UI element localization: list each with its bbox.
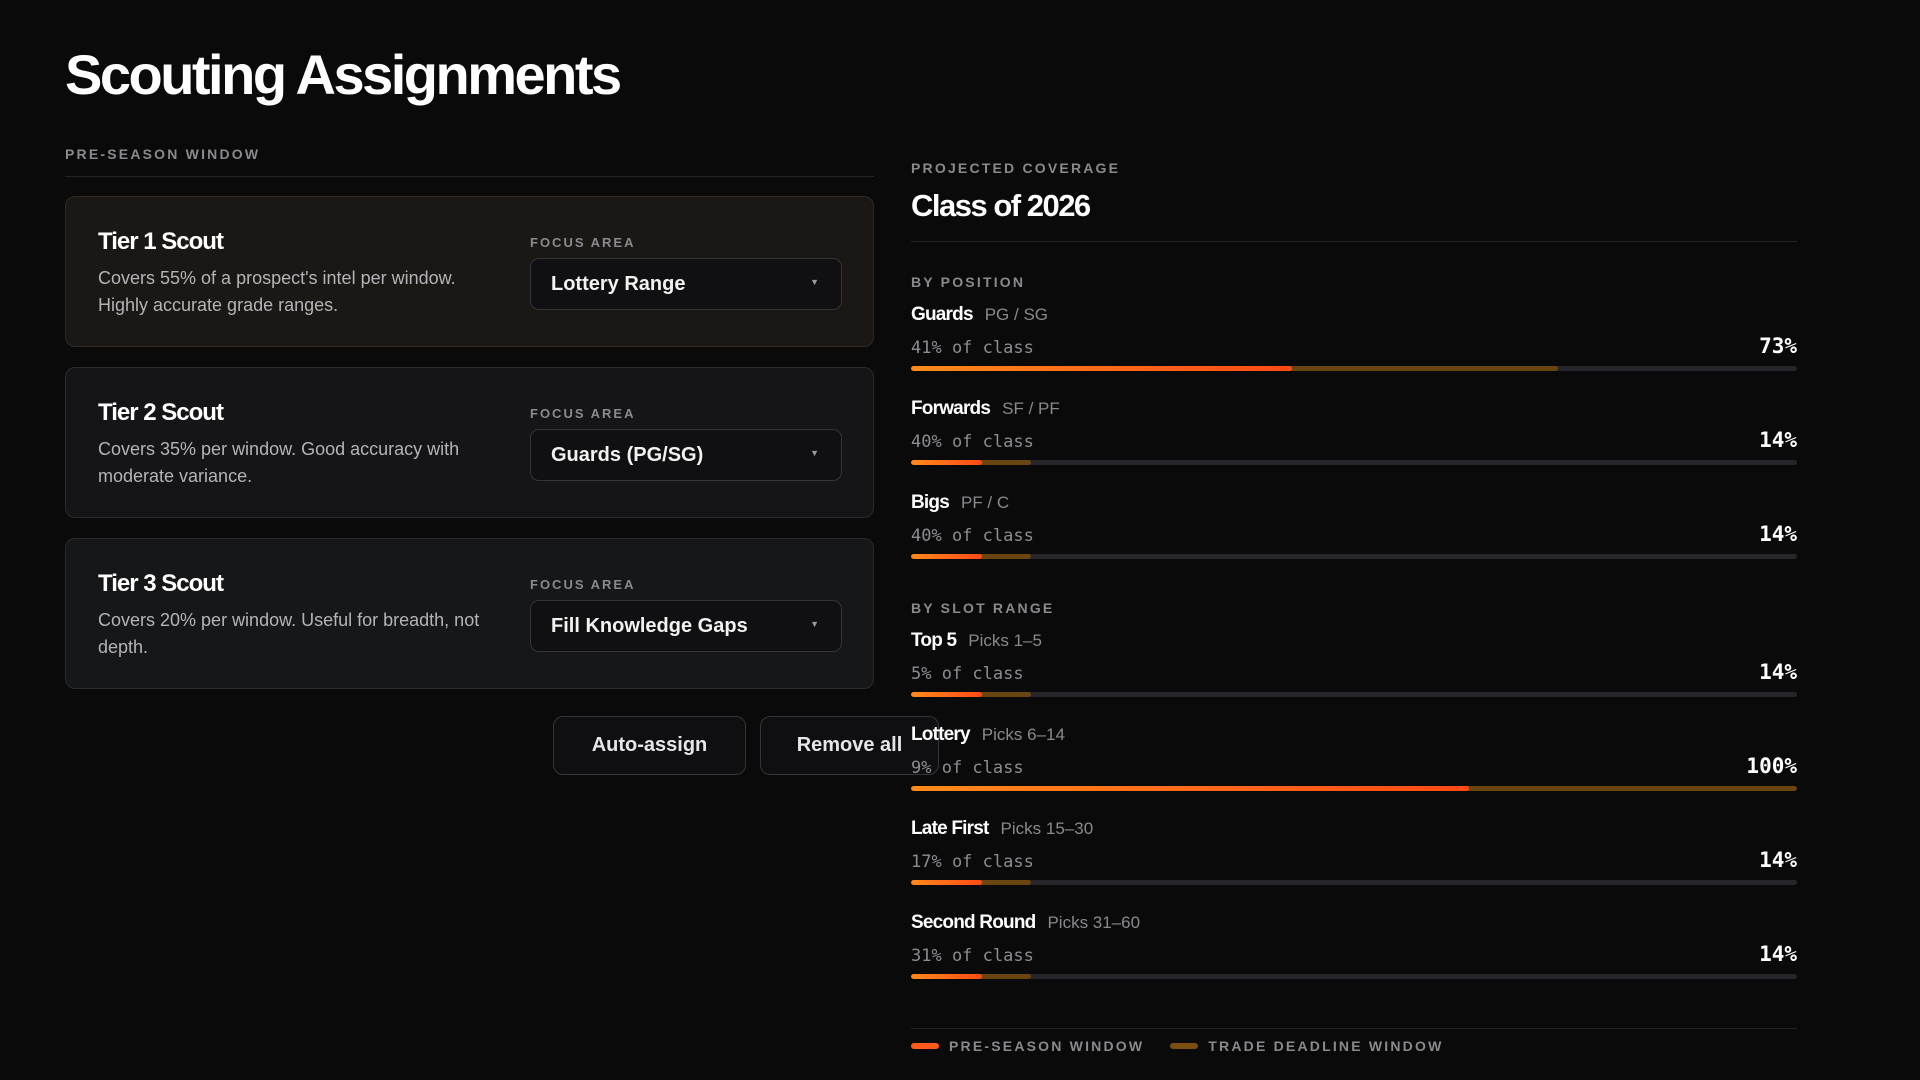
coverage-legend: PRE-SEASON WINDOW TRADE DEADLINE WINDOW xyxy=(911,1028,1797,1054)
coverage-row: Top 5 Picks 1–5 5% of class 14% xyxy=(911,616,1797,710)
coverage-row-label: Second Round xyxy=(911,912,1036,933)
caret-down-icon: ▼ xyxy=(810,277,819,287)
pre-season-fill xyxy=(911,460,982,465)
position-coverage-list: Guards PG / SG 41% of class 73% Forwards SF /… xyxy=(911,290,1797,572)
coverage-row-subtitle: Picks 15–30 xyxy=(1000,819,1094,838)
coverage-row-subtitle: PG / SG xyxy=(984,305,1049,324)
page-title: Scouting Assignments xyxy=(65,43,622,106)
trade-deadline-swatch xyxy=(1170,1043,1199,1049)
coverage-row-subtitle: Picks 6–14 xyxy=(981,725,1065,744)
coverage-row-label: Lottery xyxy=(911,724,971,745)
pre-season-fill xyxy=(911,366,1292,371)
by-slot-range-label: BY SLOT RANGE xyxy=(911,600,1055,616)
coverage-bar-track xyxy=(911,460,1797,465)
legend-item-pre-season: PRE-SEASON WINDOW xyxy=(911,1038,1144,1054)
scout-card-tier-3: Tier 3 Scout Covers 20% per window. Usef… xyxy=(65,538,874,689)
assignments-panel: PRE-SEASON WINDOW Tier 1 Scout Covers 55… xyxy=(65,146,939,775)
coverage-row: Bigs PF / C 40% of class 14% xyxy=(911,478,1797,572)
focus-area-select[interactable]: Lottery Range ▼ xyxy=(530,258,842,310)
coverage-bar-track xyxy=(911,786,1797,791)
scout-card-description: Covers 55% of a prospect's intel per win… xyxy=(98,268,456,315)
focus-area-value: Lottery Range xyxy=(551,273,686,295)
scout-card-title: Tier 2 Scout xyxy=(98,399,224,426)
coverage-percent: 73% xyxy=(1759,334,1797,358)
coverage-row-label: Late First xyxy=(911,818,989,839)
focus-area-label: FOCUS AREA xyxy=(530,235,636,250)
scout-card-title: Tier 3 Scout xyxy=(98,570,224,597)
coverage-bar-track xyxy=(911,692,1797,697)
focus-area-value: Fill Knowledge Gaps xyxy=(551,615,748,637)
scout-card-description: Covers 35% per window. Good accuracy wit… xyxy=(98,439,460,486)
coverage-row-subtitle: Picks 1–5 xyxy=(968,631,1042,650)
coverage-row: Late First Picks 15–30 17% of class 14% xyxy=(911,804,1797,898)
coverage-row-label: Forwards xyxy=(911,398,991,419)
legend-label: PRE-SEASON WINDOW xyxy=(949,1038,1145,1054)
coverage-row: Lottery Picks 6–14 9% of class 100% xyxy=(911,710,1797,804)
coverage-percent: 14% xyxy=(1759,522,1797,546)
legend-label: TRADE DEADLINE WINDOW xyxy=(1208,1038,1444,1054)
focus-area-label: FOCUS AREA xyxy=(530,577,636,592)
scout-cards: Tier 1 Scout Covers 55% of a prospect's … xyxy=(65,196,874,689)
coverage-percent: 14% xyxy=(1759,848,1797,872)
pre-season-swatch xyxy=(911,1043,939,1049)
coverage-percent: 14% xyxy=(1759,942,1797,966)
pre-season-fill xyxy=(911,692,982,697)
focus-area-value: Guards (PG/SG) xyxy=(551,444,704,466)
focus-area-select[interactable]: Guards (PG/SG) ▼ xyxy=(530,429,842,481)
pre-season-section-label: PRE-SEASON WINDOW xyxy=(65,146,874,177)
class-share: 5% of class xyxy=(911,664,1024,684)
focus-area-select[interactable]: Fill Knowledge Gaps ▼ xyxy=(530,600,842,652)
coverage-row-subtitle: PF / C xyxy=(960,493,1010,512)
coverage-row-name: Guards PG / SG xyxy=(911,304,1048,326)
class-share: 40% of class xyxy=(911,432,1034,452)
coverage-row: Second Round Picks 31–60 31% of class 14% xyxy=(911,898,1797,992)
pre-season-fill xyxy=(911,786,1470,791)
coverage-percent: 14% xyxy=(1759,428,1797,452)
class-share: 41% of class xyxy=(911,338,1034,358)
slot-coverage-list: Top 5 Picks 1–5 5% of class 14% Lottery Picks… xyxy=(911,616,1797,992)
legend-item-trade-deadline: TRADE DEADLINE WINDOW xyxy=(1170,1038,1443,1054)
scout-card-description: Covers 20% per window. Useful for breadt… xyxy=(98,610,480,657)
coverage-percent: 100% xyxy=(1746,754,1797,778)
coverage-bar-track xyxy=(911,880,1797,885)
coverage-panel: PROJECTED COVERAGE Class of 2026 BY POSI… xyxy=(911,160,1797,992)
pre-season-fill xyxy=(911,554,982,559)
coverage-bar-track xyxy=(911,554,1797,559)
divider xyxy=(911,241,1797,242)
coverage-row-label: Top 5 xyxy=(911,630,957,651)
coverage-row-subtitle: Picks 31–60 xyxy=(1047,913,1141,932)
coverage-eyebrow: PROJECTED COVERAGE xyxy=(911,160,1121,176)
assignment-actions: Auto-assign Remove all xyxy=(553,716,939,775)
coverage-percent: 14% xyxy=(1759,660,1797,684)
coverage-row-name: Bigs PF / C xyxy=(911,492,1009,514)
coverage-row: Guards PG / SG 41% of class 73% xyxy=(911,290,1797,384)
coverage-bar-track xyxy=(911,974,1797,979)
coverage-bar-track xyxy=(911,366,1797,371)
class-share: 31% of class xyxy=(911,946,1034,966)
caret-down-icon: ▼ xyxy=(810,448,819,458)
coverage-row-name: Late First Picks 15–30 xyxy=(911,818,1093,840)
focus-area-label: FOCUS AREA xyxy=(530,406,636,421)
coverage-row: Forwards SF / PF 40% of class 14% xyxy=(911,384,1797,478)
scout-card-title: Tier 1 Scout xyxy=(98,228,224,255)
class-share: 17% of class xyxy=(911,852,1034,872)
scout-card-tier-1: Tier 1 Scout Covers 55% of a prospect's … xyxy=(65,196,874,347)
scout-card-tier-2: Tier 2 Scout Covers 35% per window. Good… xyxy=(65,367,874,518)
coverage-row-label: Guards xyxy=(911,304,974,325)
caret-down-icon: ▼ xyxy=(810,619,819,629)
coverage-row-name: Second Round Picks 31–60 xyxy=(911,912,1140,934)
class-share: 40% of class xyxy=(911,526,1034,546)
coverage-row-name: Lottery Picks 6–14 xyxy=(911,724,1065,746)
class-share: 9% of class xyxy=(911,758,1024,778)
by-position-label: BY POSITION xyxy=(911,274,1026,290)
pre-season-fill xyxy=(911,880,982,885)
coverage-row-name: Top 5 Picks 1–5 xyxy=(911,630,1042,652)
coverage-row-label: Bigs xyxy=(911,492,950,513)
auto-assign-button[interactable]: Auto-assign xyxy=(553,716,746,775)
coverage-row-subtitle: SF / PF xyxy=(1002,399,1060,418)
coverage-title: Class of 2026 xyxy=(911,188,1091,223)
pre-season-fill xyxy=(911,974,982,979)
coverage-row-name: Forwards SF / PF xyxy=(911,398,1060,420)
